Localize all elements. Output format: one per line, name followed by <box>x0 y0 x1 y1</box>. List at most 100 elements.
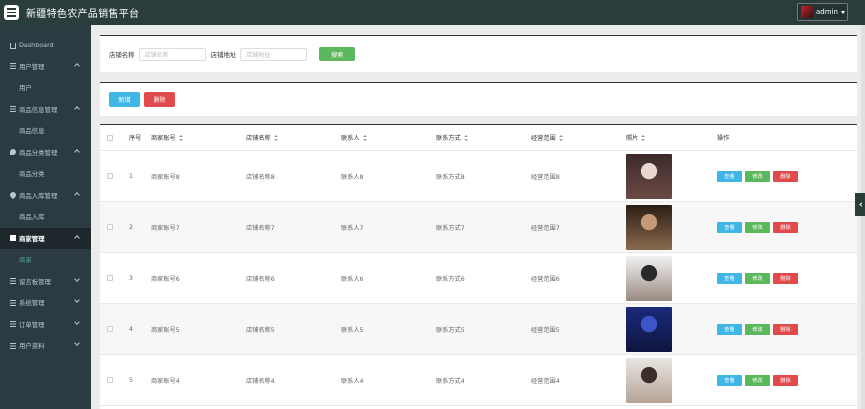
row-phone: 联系方式5 <box>436 326 465 334</box>
row-checkbox[interactable] <box>107 377 113 383</box>
grid-icon <box>10 321 16 328</box>
shop-name-input[interactable]: 店铺名称 <box>138 47 206 61</box>
search-button[interactable]: 搜索 <box>319 47 356 61</box>
home-icon <box>10 42 16 49</box>
grid-icon <box>10 299 16 306</box>
view-button[interactable]: 查看 <box>717 374 742 386</box>
caret-down-icon <box>840 10 845 14</box>
sidebar-subitem[interactable]: 用户 <box>0 77 91 99</box>
grid-icon <box>10 63 16 70</box>
edit-button[interactable]: 修改 <box>745 272 770 284</box>
add-button[interactable]: 新增 <box>109 92 140 107</box>
sidebar-item[interactable]: 用户资料 <box>0 335 91 357</box>
sidebar-item[interactable]: 留言板管理 <box>0 271 91 293</box>
row-index: 3 <box>129 274 133 282</box>
header-photo[interactable]: 照片 <box>626 125 646 150</box>
delete-row-button[interactable]: 删除 <box>773 272 798 284</box>
sidebar-item[interactable]: 订单管理 <box>0 314 91 336</box>
sort-icon <box>641 134 646 141</box>
table-row: 3 商家账号6 店铺名称6 联系人6 联系方式6 经营范围6 查看 修改 删除 <box>100 253 857 304</box>
sidebar: Dashboard 用户管理 用户 商品信息管理 商品信息 商品分类管理 商品分… <box>0 25 91 409</box>
view-button[interactable]: 查看 <box>717 221 742 233</box>
row-shop: 店铺名称8 <box>246 173 275 181</box>
sidebar-item[interactable]: 用户管理 <box>0 56 91 78</box>
scrollbar[interactable] <box>861 25 865 409</box>
sidebar-item[interactable]: 商品入库管理 <box>0 185 91 207</box>
edit-button[interactable]: 修改 <box>745 374 770 386</box>
row-shop: 店铺名称4 <box>246 377 275 385</box>
row-index: 2 <box>129 223 133 231</box>
edit-button[interactable]: 修改 <box>745 221 770 233</box>
sidebar-item-label: 商品入库管理 <box>19 191 58 200</box>
edit-button[interactable]: 修改 <box>745 323 770 335</box>
row-scope: 经营范围8 <box>531 173 560 181</box>
view-button[interactable]: 查看 <box>717 170 742 182</box>
sidebar-item[interactable]: 商品分类管理 <box>0 142 91 164</box>
merchant-photo <box>626 357 672 403</box>
sidebar-item-label: 订单管理 <box>19 320 45 329</box>
delete-row-button[interactable]: 删除 <box>773 323 798 335</box>
row-contact: 联系人8 <box>341 173 364 181</box>
row-phone: 联系方式6 <box>436 275 465 283</box>
row-contact: 联系人7 <box>341 224 364 232</box>
chevron-down-icon <box>74 340 80 346</box>
shop-name-label: 店铺名称 <box>109 50 135 59</box>
header-scope[interactable]: 经营范围 <box>531 125 563 150</box>
row-checkbox[interactable] <box>107 275 113 281</box>
sidebar-item-label: Dashboard <box>19 40 54 49</box>
sidebar-item-label: 系统管理 <box>19 299 45 308</box>
menu-toggle-icon[interactable] <box>4 5 19 20</box>
row-checkbox[interactable] <box>107 224 113 230</box>
user-menu-button[interactable]: admin <box>797 3 848 21</box>
collapse-panel-button[interactable] <box>855 193 865 216</box>
sidebar-subitem[interactable]: 商品信息 <box>0 120 91 142</box>
row-scope: 经营范围4 <box>531 377 560 385</box>
row-scope: 经营范围7 <box>531 224 560 232</box>
sidebar-item-label: 留言板管理 <box>19 277 51 286</box>
header-account[interactable]: 商家账号 <box>151 125 183 150</box>
sidebar-subitem-label: 商品信息 <box>19 127 45 136</box>
delete-row-button[interactable]: 删除 <box>773 221 798 233</box>
sidebar-subitem[interactable]: 商品入库 <box>0 206 91 228</box>
select-all-checkbox[interactable] <box>107 134 113 141</box>
table-row: 2 商家账号7 店铺名称7 联系人7 联系方式7 经营范围7 查看 修改 删除 <box>100 202 857 253</box>
row-scope: 经营范围5 <box>531 326 560 334</box>
row-index: 1 <box>129 172 133 180</box>
header-shop[interactable]: 店铺名称 <box>246 125 278 150</box>
sidebar-subitem[interactable]: 商家 <box>0 249 91 271</box>
sidebar-item[interactable]: 商品信息管理 <box>0 99 91 121</box>
sidebar-item[interactable]: 商家管理 <box>0 227 91 249</box>
row-scope: 经营范围6 <box>531 275 560 283</box>
delete-button[interactable]: 删除 <box>144 92 175 107</box>
sidebar-item[interactable]: 系统管理 <box>0 292 91 314</box>
header-contact[interactable]: 联系人 <box>341 125 367 150</box>
merchant-photo <box>626 255 672 301</box>
main-content: 店铺名称 店铺名称 店铺地址 店铺地址 搜索 新增 删除 序号 商家账号 店铺名… <box>91 25 865 409</box>
header-ops: 操作 <box>717 135 730 142</box>
row-index: 4 <box>129 325 133 333</box>
view-button[interactable]: 查看 <box>717 272 742 284</box>
row-account: 商家账号5 <box>151 326 180 334</box>
row-checkbox[interactable] <box>107 173 113 179</box>
edit-button[interactable]: 修改 <box>745 170 770 182</box>
sidebar-item-label: 商品信息管理 <box>19 105 58 114</box>
row-account: 商家账号6 <box>151 275 180 283</box>
sidebar-item-label: 用户资料 <box>19 342 45 351</box>
table-row: 1 商家账号8 店铺名称8 联系人8 联系方式8 经营范围8 查看 修改 删除 <box>100 151 857 202</box>
row-phone: 联系方式4 <box>436 377 465 385</box>
chevron-up-icon <box>74 62 80 69</box>
view-button[interactable]: 查看 <box>717 323 742 335</box>
sort-icon <box>273 134 278 141</box>
chevron-up-icon <box>74 191 80 198</box>
sidebar-subitem[interactable]: 商品分类 <box>0 163 91 185</box>
delete-row-button[interactable]: 删除 <box>773 170 798 182</box>
row-checkbox[interactable] <box>107 326 113 332</box>
chevron-up-icon <box>74 148 80 155</box>
table-row: 5 商家账号4 店铺名称4 联系人4 联系方式4 经营范围4 查看 修改 删除 <box>100 355 857 406</box>
sidebar-subitem-label: 商品分类 <box>19 170 45 179</box>
sidebar-item[interactable]: Dashboard <box>0 34 91 56</box>
sidebar-subitem-label: 商品入库 <box>19 213 45 222</box>
header-phone[interactable]: 联系方式 <box>436 125 468 150</box>
shop-address-input[interactable]: 店铺地址 <box>240 47 308 61</box>
delete-row-button[interactable]: 删除 <box>773 374 798 386</box>
